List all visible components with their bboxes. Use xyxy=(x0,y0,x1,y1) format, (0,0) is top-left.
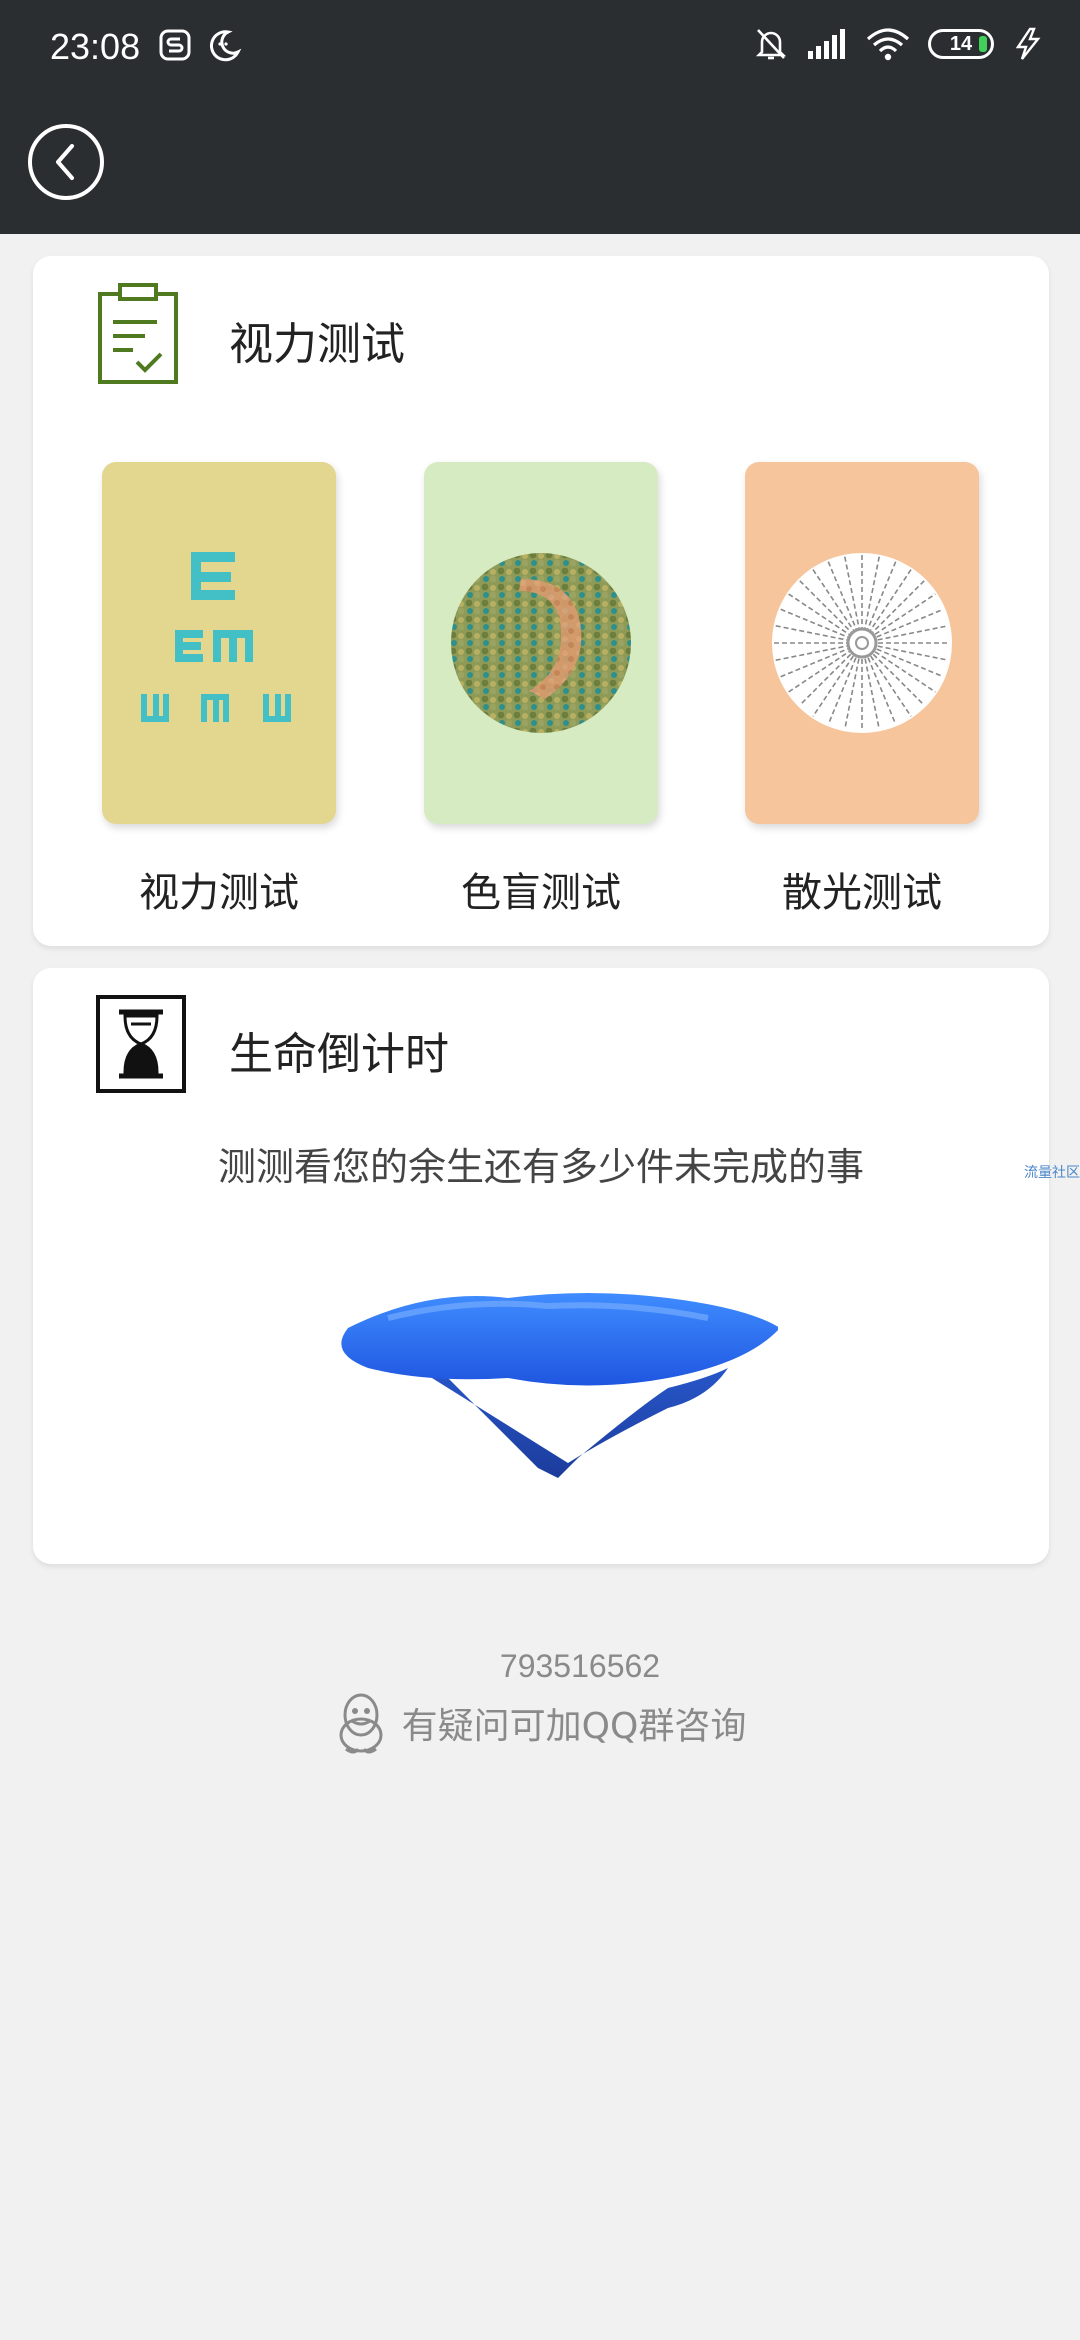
qq-contact-text: 有疑问可加QQ群咨询 xyxy=(401,1706,747,1747)
life-card-title: 生命倒计时 xyxy=(229,1029,449,1080)
astigmatism-test-tile[interactable] xyxy=(745,462,979,824)
life-card-subtitle: 测测看您的余生还有多少件未完成的事 xyxy=(217,1145,864,1189)
life-countdown-card[interactable]: 生命倒计时 测测看您的余生还有多少件未完成的事 xyxy=(33,968,1049,1564)
color-blind-test-label: 色盲测试 xyxy=(461,870,621,916)
vision-test-card: 视力测试 视力测试 色盲测试 散光测试 xyxy=(33,256,1049,946)
status-time: 23:08 xyxy=(50,26,141,67)
wifi-icon xyxy=(866,28,910,61)
battery-level: 14 xyxy=(949,32,973,55)
astigmatism-wheel-icon xyxy=(772,553,952,733)
qq-penguin-icon xyxy=(339,1693,383,1754)
top-bar: 23:08 14 xyxy=(0,0,1080,234)
qq-contact-row[interactable]: 有疑问可加QQ群咨询 xyxy=(0,1691,1080,1755)
signal-icon xyxy=(808,29,845,59)
side-tag[interactable]: 流量社区 xyxy=(1024,1162,1080,1182)
app-s-icon xyxy=(159,29,191,61)
floating-island-image xyxy=(341,1293,778,1478)
moon-icon xyxy=(209,30,242,62)
vision-test-tile[interactable] xyxy=(102,462,336,824)
vision-card-title: 视力测试 xyxy=(229,319,405,370)
mute-bell-icon xyxy=(755,29,787,60)
qq-group-number: 793516562 xyxy=(499,1648,661,1684)
chevron-left-icon xyxy=(56,144,74,180)
color-blind-test-tile[interactable] xyxy=(424,462,658,824)
eye-chart-icon xyxy=(141,552,291,722)
status-left-icons xyxy=(158,28,242,64)
footer: 793516562 有疑问可加QQ群咨询 xyxy=(0,1648,1080,1755)
clipboard-check-icon xyxy=(98,283,178,384)
hourglass-icon xyxy=(96,995,186,1093)
astigmatism-test-label: 散光测试 xyxy=(782,870,942,916)
status-right-icons: 14 xyxy=(754,26,1044,62)
ishihara-plate-icon xyxy=(451,553,631,733)
battery-fill xyxy=(979,36,987,52)
charging-icon xyxy=(1015,27,1041,60)
back-button[interactable] xyxy=(28,124,104,200)
battery-indicator: 14 xyxy=(928,29,994,59)
vision-test-label: 视力测试 xyxy=(139,870,299,916)
